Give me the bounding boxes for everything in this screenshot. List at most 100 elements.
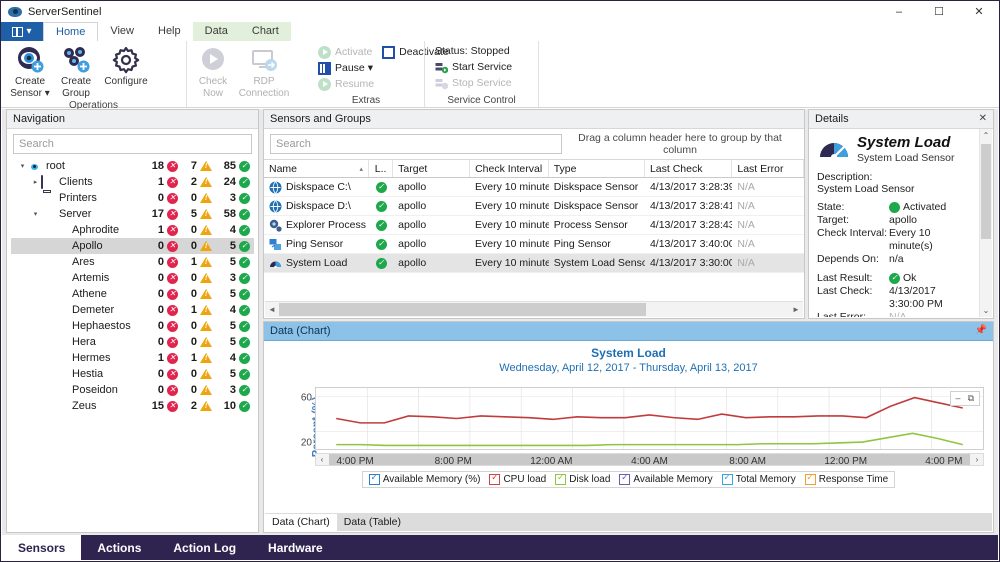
scroll-left-icon[interactable]: ◄: [265, 305, 279, 314]
sensors-horizontal-scrollbar[interactable]: ◄ ►: [265, 301, 803, 317]
pause-button[interactable]: Pause ▾: [314, 60, 378, 76]
column-header-name[interactable]: Name ▴: [264, 160, 369, 177]
tree-item-hera[interactable]: Hera005: [11, 334, 254, 350]
maximize-button[interactable]: ☐: [919, 1, 959, 22]
legend-checkbox[interactable]: [721, 472, 733, 485]
tree-item-server[interactable]: ▾ Server 17558: [11, 206, 254, 222]
legend-item[interactable]: Total Memory: [721, 472, 796, 485]
tab-data[interactable]: Data: [192, 22, 240, 41]
start-service-button[interactable]: Start Service: [431, 59, 532, 75]
table-row[interactable]: System Load apollo Every 10 minute(s) Syste…: [264, 254, 804, 273]
tree-item-demeter[interactable]: Demeter 014: [11, 302, 254, 318]
table-row[interactable]: Explorer Process apollo Every 10 minute(s)…: [264, 216, 804, 235]
stop-service-button[interactable]: Stop Service: [431, 75, 532, 91]
table-row[interactable]: Diskspace D:\ apollo Every 10 minute(s) Dis…: [264, 197, 804, 216]
tree-item-apollo[interactable]: Apollo005: [11, 238, 254, 254]
tree-expander-icon[interactable]: ▾: [30, 210, 41, 218]
column-header-status[interactable]: L..: [369, 160, 394, 177]
legend-item[interactable]: CPU load: [489, 472, 546, 485]
column-header-type[interactable]: Type: [549, 160, 645, 177]
tree-item-hermes[interactable]: Hermes114: [11, 350, 254, 366]
ribbon-empty-area: [538, 41, 999, 107]
tree-item-ares[interactable]: Ares 015: [11, 254, 254, 270]
tab-data-table[interactable]: Data (Table): [337, 514, 408, 531]
details-vertical-scrollbar[interactable]: ⌃ ⌄: [979, 129, 992, 317]
navigation-search-input[interactable]: Search: [13, 134, 252, 154]
tree-expander-icon[interactable]: ▸: [30, 178, 41, 186]
legend-checkbox[interactable]: [555, 472, 567, 485]
tree-item-athene[interactable]: Athene005: [11, 286, 254, 302]
legend-item[interactable]: Disk load: [555, 472, 611, 485]
legend-checkbox[interactable]: [368, 472, 380, 485]
details-scroll-down-icon[interactable]: ⌄: [980, 304, 992, 317]
legend-checkbox[interactable]: [804, 472, 816, 485]
sensors-search-input[interactable]: Search: [270, 134, 562, 154]
details-scroll-up-icon[interactable]: ⌃: [980, 129, 992, 142]
legend-item[interactable]: Response Time: [804, 472, 888, 485]
minimize-button[interactable]: –: [879, 1, 919, 22]
legend-item[interactable]: Available Memory: [619, 472, 713, 485]
bottom-tab-bar: Sensors Actions Action Log Hardware: [2, 535, 998, 560]
column-header-target[interactable]: Target: [393, 160, 471, 177]
check-now-button[interactable]: Check Now: [193, 44, 233, 99]
rdp-connection-button[interactable]: RDP Connection: [233, 44, 295, 99]
pin-icon[interactable]: 📌: [975, 322, 987, 340]
sensors-scroll-thumb[interactable]: [279, 303, 647, 316]
configure-button[interactable]: Configure: [99, 44, 153, 87]
bottom-tab-action-log[interactable]: Action Log: [157, 535, 252, 560]
tree-item-printers[interactable]: Printers003: [11, 190, 254, 206]
tree-item-hephaestos[interactable]: Hephaestos005: [11, 318, 254, 334]
cell-type: Diskspace Sensor: [553, 181, 639, 193]
legend-checkbox[interactable]: [489, 472, 501, 485]
bottom-tab-hardware[interactable]: Hardware: [252, 535, 339, 560]
tree-item-aphrodite[interactable]: Aphrodite 104: [11, 222, 254, 238]
chart-zoom-restore-icon[interactable]: ⧉: [968, 393, 974, 404]
tab-view[interactable]: View: [98, 22, 146, 41]
activate-button[interactable]: Activate: [314, 44, 378, 60]
chart-plot-wrapper: Percent (%) 2060 – ⧉ ‹ › 4:00 PM: [287, 387, 984, 467]
tree-ok-count: 5: [212, 240, 254, 252]
scroll-right-icon[interactable]: ►: [789, 305, 803, 314]
chart-zoom-controls[interactable]: – ⧉: [949, 391, 980, 406]
column-header-last-check[interactable]: Last Check: [645, 160, 733, 177]
tree-ok-count: 3: [212, 384, 254, 396]
quick-access-toolbar[interactable]: ▾: [1, 22, 43, 41]
tree-item-poseidon[interactable]: Poseidon003: [11, 382, 254, 398]
bottom-tab-actions[interactable]: Actions: [81, 535, 157, 560]
column-header-check-interval[interactable]: Check Interval: [470, 160, 549, 177]
details-close-icon[interactable]: ✕: [979, 110, 987, 128]
bottom-tab-sensors[interactable]: Sensors: [2, 535, 82, 560]
legend-checkbox[interactable]: [619, 472, 631, 485]
details-scroll-thumb[interactable]: [981, 144, 991, 239]
tree-item-zeus[interactable]: Zeus 15210: [11, 398, 254, 414]
rdp-connection-label-2: Connection: [238, 88, 290, 99]
tree-expander-icon[interactable]: ▾: [17, 162, 28, 170]
close-button[interactable]: ✕: [959, 1, 999, 22]
legend-label: Disk load: [569, 474, 611, 485]
details-field-value: n/a: [889, 253, 904, 265]
create-group-button[interactable]: Create Group: [53, 44, 99, 99]
tab-chart[interactable]: Chart: [239, 22, 291, 41]
legend-item[interactable]: Available Memory (%): [368, 472, 480, 485]
table-row[interactable]: Diskspace C:\ apollo Every 10 minute(s) Dis…: [264, 178, 804, 197]
tab-help[interactable]: Help: [146, 22, 193, 41]
tree-item-artemis[interactable]: Artemis003: [11, 270, 254, 286]
tab-data-chart[interactable]: Data (Chart): [265, 514, 337, 531]
tree-ok-count: 3: [212, 272, 254, 284]
resume-button[interactable]: Resume: [314, 76, 378, 92]
tree-error-count: 0: [144, 256, 178, 268]
sensors-scroll-track[interactable]: [279, 303, 789, 316]
check-now-label-1: Check: [198, 76, 228, 87]
create-sensor-button[interactable]: Create Sensor ▾: [7, 44, 53, 99]
table-row[interactable]: Ping Sensor apollo Every 10 minute(s) Ping …: [264, 235, 804, 254]
column-header-last-error[interactable]: Last Error: [732, 160, 804, 177]
tree-item-root[interactable]: ▾ root 18785: [11, 158, 254, 174]
status-ok-icon: [375, 257, 387, 269]
chart-zoom-out-icon[interactable]: –: [956, 393, 961, 404]
tab-home[interactable]: Home: [43, 22, 99, 41]
tree-item-clients[interactable]: ▸ Clients 1224: [11, 174, 254, 190]
tree-ok-count: 5: [212, 256, 254, 268]
details-body: System Load System Load Sensor Descripti…: [810, 129, 980, 317]
tree-item-hestia[interactable]: Hestia005: [11, 366, 254, 382]
window-controls: – ☐ ✕: [879, 1, 999, 22]
